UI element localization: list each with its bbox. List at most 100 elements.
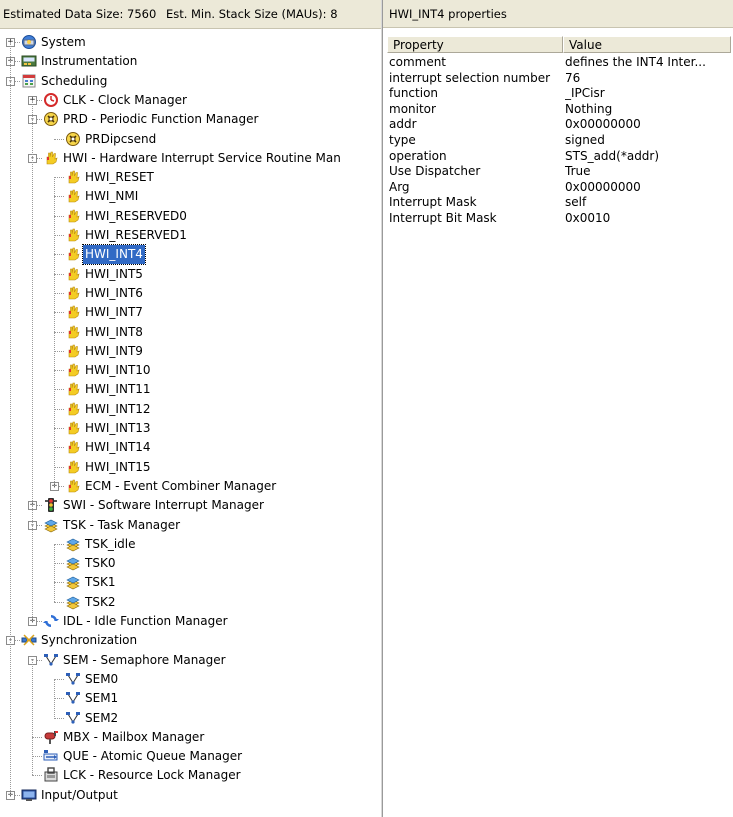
- tree-item-label[interactable]: HWI_INT10: [83, 361, 153, 380]
- tree-item-scheduling[interactable]: - Scheduling: [0, 72, 381, 91]
- tree-item-hwi-int11[interactable]: HWI_INT11: [0, 380, 381, 399]
- property-row-interrupt-selection-number[interactable]: interrupt selection number 76: [387, 71, 731, 86]
- tree-item-hwi-int14[interactable]: HWI_INT14: [0, 438, 381, 457]
- tree-item-lck-resource-lock-manager[interactable]: LCK - Resource Lock Manager: [0, 766, 381, 785]
- property-row-use-dispatcher[interactable]: Use Dispatcher True: [387, 164, 731, 179]
- property-value[interactable]: Nothing: [565, 102, 733, 117]
- tree-item-hwi-int6[interactable]: HWI_INT6: [0, 284, 381, 303]
- tree-item-label[interactable]: SEM - Semaphore Manager: [61, 651, 228, 670]
- tree-item-label[interactable]: HWI_INT7: [83, 303, 145, 322]
- tree-item-label[interactable]: HWI_RESET: [83, 168, 156, 187]
- tree-item-hwi-int8[interactable]: HWI_INT8: [0, 323, 381, 342]
- property-value[interactable]: _IPCisr: [565, 86, 733, 101]
- tree-item-mbx-mailbox-manager[interactable]: MBX - Mailbox Manager: [0, 728, 381, 747]
- tree-item-label[interactable]: HWI_RESERVED0: [83, 207, 189, 226]
- tree-item-label[interactable]: HWI_INT11: [83, 380, 153, 399]
- tree-item-label[interactable]: QUE - Atomic Queue Manager: [61, 747, 244, 766]
- tree-item-hwi-nmi[interactable]: HWI_NMI: [0, 187, 381, 206]
- tree-item-label[interactable]: HWI_INT14: [83, 438, 153, 457]
- tree-item-que-atomic-queue-manager[interactable]: QUE - Atomic Queue Manager: [0, 747, 381, 766]
- tree-item-label[interactable]: HWI_INT12: [83, 400, 153, 419]
- tree-item-label[interactable]: PRD - Periodic Function Manager: [61, 110, 260, 129]
- property-row-type[interactable]: type signed: [387, 133, 731, 148]
- tree-item-label[interactable]: HWI_INT4: [82, 244, 146, 266]
- tree-item-label[interactable]: HWI - Hardware Interrupt Service Routine…: [61, 149, 343, 168]
- tree-item-label[interactable]: Instrumentation: [39, 52, 139, 71]
- tree-item-label[interactable]: HWI_NMI: [83, 187, 140, 206]
- tree-item-sem0[interactable]: SEM0: [0, 670, 381, 689]
- tree-item-hwi-reset[interactable]: HWI_RESET: [0, 168, 381, 187]
- tree-item-prdipcsend[interactable]: PRDipcsend: [0, 130, 381, 149]
- tree-item-label[interactable]: HWI_RESERVED1: [83, 226, 189, 245]
- tree-item-label[interactable]: TSK0: [83, 554, 117, 573]
- tree-item-hwi-int10[interactable]: HWI_INT10: [0, 361, 381, 380]
- tree-item-label[interactable]: CLK - Clock Manager: [61, 91, 189, 110]
- tree-item-label[interactable]: HWI_INT15: [83, 458, 153, 477]
- tree-item-input-output[interactable]: + Input/Output: [0, 786, 381, 805]
- tree-item-label[interactable]: TSK2: [83, 593, 117, 612]
- property-row-operation[interactable]: operation STS_add(*addr): [387, 149, 731, 164]
- tree-item-label[interactable]: TSK1: [83, 573, 117, 592]
- tree-item-prd-periodic-function-manager[interactable]: - PRD - Periodic Function Manager: [0, 110, 381, 129]
- property-row-interrupt-bit-mask[interactable]: Interrupt Bit Mask 0x0010: [387, 211, 731, 226]
- property-row-interrupt-mask[interactable]: Interrupt Mask self: [387, 195, 731, 210]
- tree-item-hwi-reserved1[interactable]: HWI_RESERVED1: [0, 226, 381, 245]
- tree-item-label[interactable]: IDL - Idle Function Manager: [61, 612, 230, 631]
- tree-item-swi-software-interrupt-manager[interactable]: + SWI - Software Interrupt Manager: [0, 496, 381, 515]
- property-value[interactable]: signed: [565, 133, 733, 148]
- tree-item-hwi-int9[interactable]: HWI_INT9: [0, 342, 381, 361]
- tree-item-hwi-int12[interactable]: HWI_INT12: [0, 400, 381, 419]
- property-value[interactable]: 0x00000000: [565, 180, 733, 195]
- tree-item-label[interactable]: SEM0: [83, 670, 120, 689]
- tree-item-label[interactable]: HWI_INT9: [83, 342, 145, 361]
- tree-item-label[interactable]: SEM1: [83, 689, 120, 708]
- property-row-addr[interactable]: addr 0x00000000: [387, 117, 731, 132]
- tree-item-tsk-task-manager[interactable]: - TSK - Task Manager: [0, 516, 381, 535]
- column-header-value[interactable]: Value: [563, 36, 731, 53]
- property-row-monitor[interactable]: monitor Nothing: [387, 102, 731, 117]
- property-value[interactable]: 0x00000000: [565, 117, 733, 132]
- tree-item-hwi-int15[interactable]: HWI_INT15: [0, 458, 381, 477]
- tree-item-hwi-hardware-interrupt-service-routine-man[interactable]: - HWI - Hardware Interrupt Service Routin…: [0, 149, 381, 168]
- column-header-property[interactable]: Property: [387, 36, 563, 53]
- tree-item-label[interactable]: HWI_INT13: [83, 419, 153, 438]
- tree-item-tsk-idle[interactable]: TSK_idle: [0, 535, 381, 554]
- property-row-function[interactable]: function _IPCisr: [387, 86, 731, 101]
- tree-item-label[interactable]: Input/Output: [39, 786, 120, 805]
- tree-item-system[interactable]: + System: [0, 33, 381, 52]
- tree-item-instrumentation[interactable]: + Instrumentation: [0, 52, 381, 71]
- tree-item-tsk1[interactable]: TSK1: [0, 573, 381, 592]
- property-value[interactable]: defines the INT4 Inter...: [565, 55, 733, 70]
- tree-item-tsk2[interactable]: TSK2: [0, 593, 381, 612]
- tree-item-sem1[interactable]: SEM1: [0, 689, 381, 708]
- tree-item-hwi-int4[interactable]: HWI_INT4: [0, 244, 381, 266]
- tree-item-label[interactable]: LCK - Resource Lock Manager: [61, 766, 243, 785]
- tree-item-sem-semaphore-manager[interactable]: - SEM - Semaphore Manager: [0, 651, 381, 670]
- tree-item-label[interactable]: HWI_INT8: [83, 323, 145, 342]
- property-value[interactable]: True: [565, 164, 733, 179]
- tree-item-synchronization[interactable]: - Synchronization: [0, 631, 381, 650]
- tree-item-label[interactable]: SWI - Software Interrupt Manager: [61, 496, 266, 515]
- property-row-comment[interactable]: comment defines the INT4 Inter...: [387, 55, 731, 70]
- tree-item-label[interactable]: TSK_idle: [83, 535, 137, 554]
- tree-item-idl-idle-function-manager[interactable]: + IDL - Idle Function Manager: [0, 612, 381, 631]
- tree-item-label[interactable]: PRDipcsend: [83, 130, 158, 149]
- tree-item-label[interactable]: SEM2: [83, 709, 120, 728]
- tree-item-sem2[interactable]: SEM2: [0, 709, 381, 728]
- tree-item-hwi-reserved0[interactable]: HWI_RESERVED0: [0, 207, 381, 226]
- tree-item-label[interactable]: MBX - Mailbox Manager: [61, 728, 206, 747]
- tree-item-label[interactable]: Scheduling: [39, 72, 109, 91]
- tree-item-label[interactable]: HWI_INT6: [83, 284, 145, 303]
- tree-item-ecm-event-combiner-manager[interactable]: + ECM - Event Combiner Manager: [0, 477, 381, 496]
- property-value[interactable]: self: [565, 195, 733, 210]
- tree-item-label[interactable]: ECM - Event Combiner Manager: [83, 477, 278, 496]
- tree-item-tsk0[interactable]: TSK0: [0, 554, 381, 573]
- tree-item-hwi-int13[interactable]: HWI_INT13: [0, 419, 381, 438]
- tree-item-hwi-int5[interactable]: HWI_INT5: [0, 265, 381, 284]
- tree-item-hwi-int7[interactable]: HWI_INT7: [0, 303, 381, 322]
- tree-item-label[interactable]: HWI_INT5: [83, 265, 145, 284]
- tree-item-label[interactable]: TSK - Task Manager: [61, 516, 182, 535]
- property-value[interactable]: 0x0010: [565, 211, 733, 226]
- tree-item-label[interactable]: Synchronization: [39, 631, 139, 650]
- tree-item-clk-clock-manager[interactable]: + CLK - Clock Manager: [0, 91, 381, 110]
